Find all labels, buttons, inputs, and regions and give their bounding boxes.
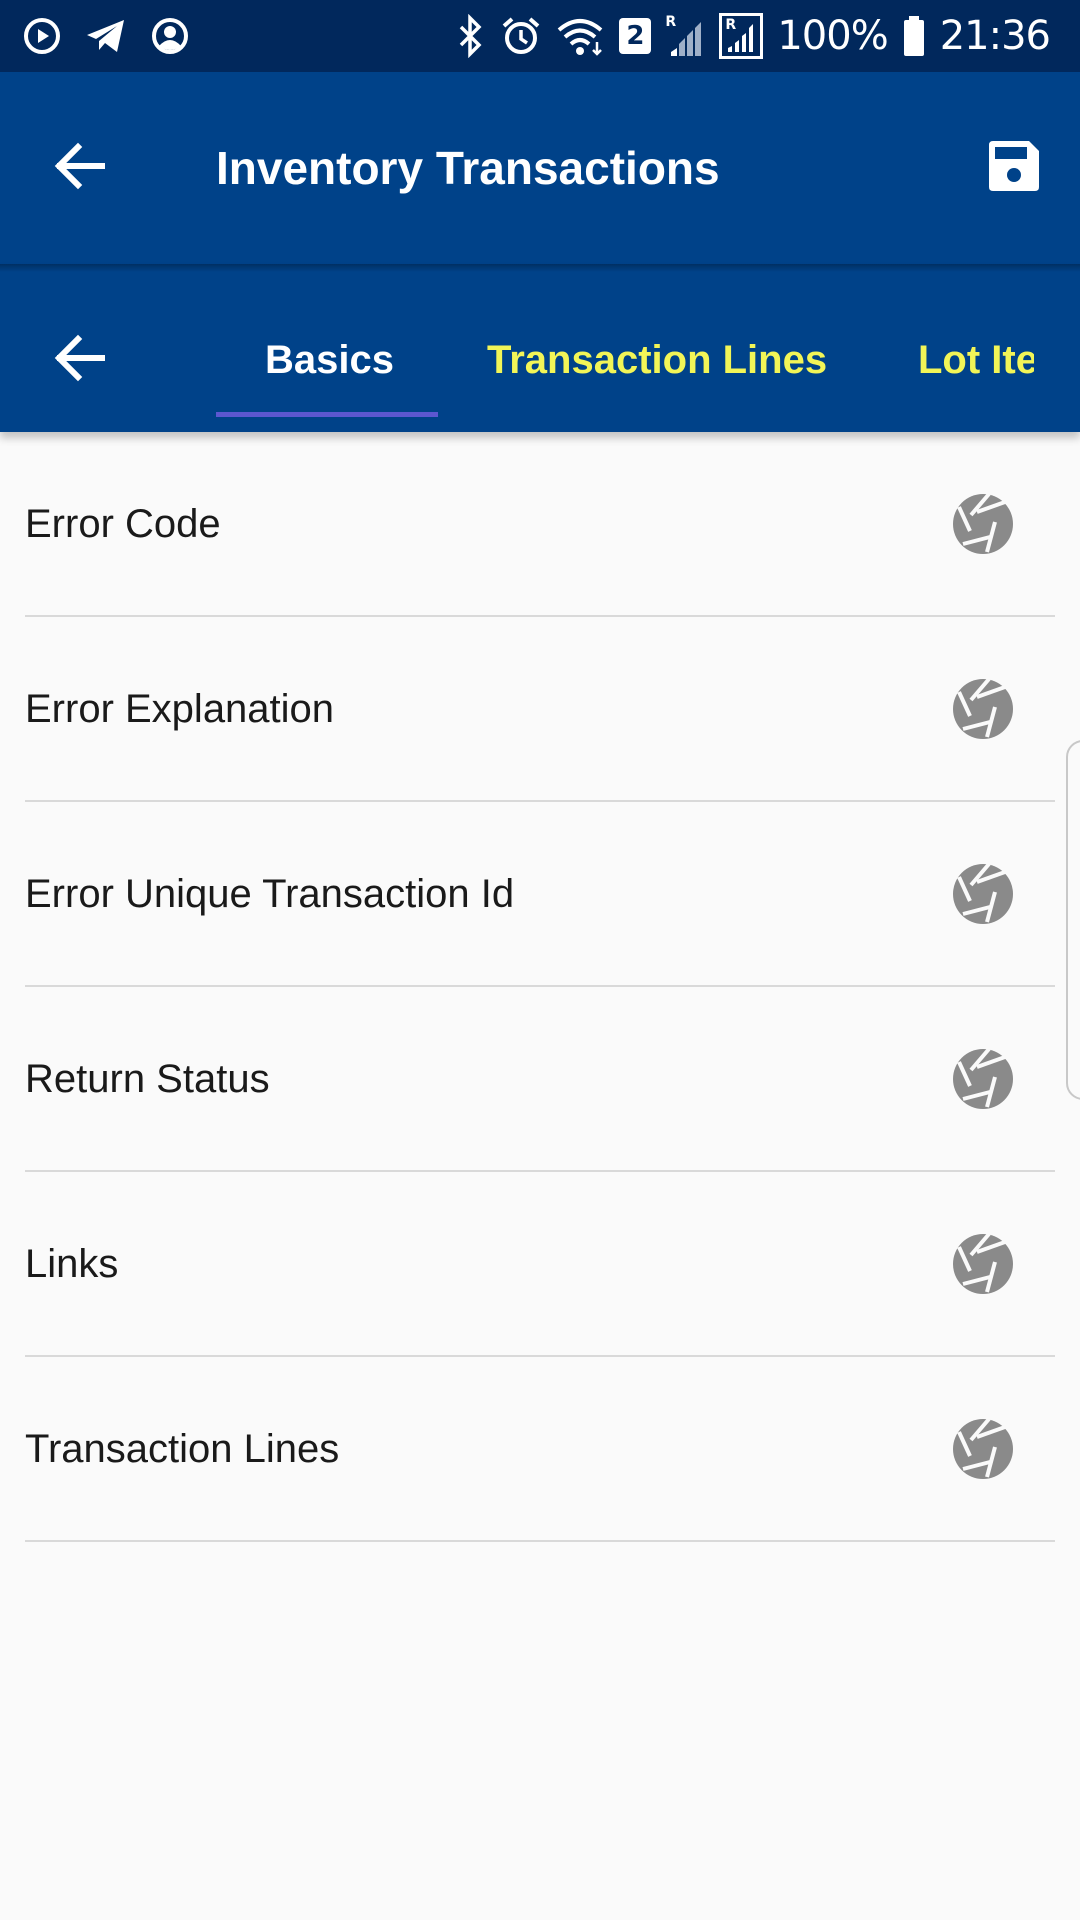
list-item[interactable]: Return Status	[0, 987, 1080, 1172]
signal-icon: R	[719, 13, 764, 59]
page-title: Inventory Transactions	[216, 142, 720, 194]
status-bar-left	[22, 14, 190, 58]
list-item-label: Links	[25, 1242, 119, 1286]
list-item-label: Return Status	[25, 1057, 270, 1101]
tab-lot-items[interactable]: Lot Ite	[918, 324, 1034, 396]
camera-aperture-icon[interactable]	[952, 1048, 1014, 1110]
field-list: Error Code Error Explanation Error Uniqu…	[0, 432, 1080, 1542]
bluetooth-icon	[453, 14, 487, 58]
roaming-label: R	[665, 14, 677, 30]
sim-badge: 2	[619, 18, 652, 54]
account-circle-icon	[150, 16, 190, 56]
signal-icon: R	[665, 14, 705, 58]
list-item-label: Transaction Lines	[25, 1427, 340, 1471]
status-bar: 2 R R 100% 21:36	[0, 0, 1080, 72]
list-item[interactable]: Error Code	[0, 432, 1080, 617]
edge-panel-handle[interactable]	[1066, 740, 1080, 1100]
camera-aperture-icon[interactable]	[952, 863, 1014, 925]
list-item-label: Error Explanation	[25, 687, 335, 731]
camera-aperture-icon[interactable]	[952, 678, 1014, 740]
alarm-icon	[501, 14, 541, 58]
roaming-label: R	[725, 17, 737, 33]
tab-transaction-lines[interactable]: Transaction Lines	[487, 324, 827, 396]
camera-aperture-icon[interactable]	[952, 493, 1014, 555]
battery-icon	[902, 14, 926, 58]
list-item[interactable]: Links	[0, 1172, 1080, 1357]
list-item-label: Error Unique Transaction Id	[25, 872, 515, 916]
tab-back-button[interactable]	[44, 324, 116, 396]
save-button[interactable]	[978, 132, 1050, 204]
floppy-disk-icon	[985, 137, 1043, 200]
tab-strip: Basics Transaction Lines Lot Ite	[216, 264, 1034, 432]
media-play-icon	[22, 16, 62, 56]
arrow-left-icon	[52, 330, 108, 391]
list-item-label: Error Code	[25, 502, 221, 546]
battery-percent: 100%	[777, 13, 888, 59]
camera-aperture-icon[interactable]	[952, 1233, 1014, 1295]
tab-bar: Basics Transaction Lines Lot Ite	[0, 264, 1080, 432]
status-time: 21:36	[939, 13, 1051, 59]
tab-basics[interactable]: Basics	[265, 324, 394, 396]
active-tab-indicator	[216, 412, 438, 417]
back-button[interactable]	[44, 132, 116, 204]
wifi-icon	[555, 14, 605, 58]
list-item[interactable]: Error Unique Transaction Id	[0, 802, 1080, 987]
app-bar: Inventory Transactions	[0, 72, 1080, 264]
arrow-left-icon	[52, 138, 108, 199]
sim-badge-label: 2	[626, 21, 645, 51]
camera-aperture-icon[interactable]	[952, 1418, 1014, 1480]
list-item[interactable]: Transaction Lines	[0, 1357, 1080, 1542]
divider	[25, 1540, 1055, 1542]
list-item[interactable]: Error Explanation	[0, 617, 1080, 802]
telegram-icon	[84, 16, 128, 56]
status-bar-right: 2 R R 100% 21:36	[453, 10, 1051, 62]
